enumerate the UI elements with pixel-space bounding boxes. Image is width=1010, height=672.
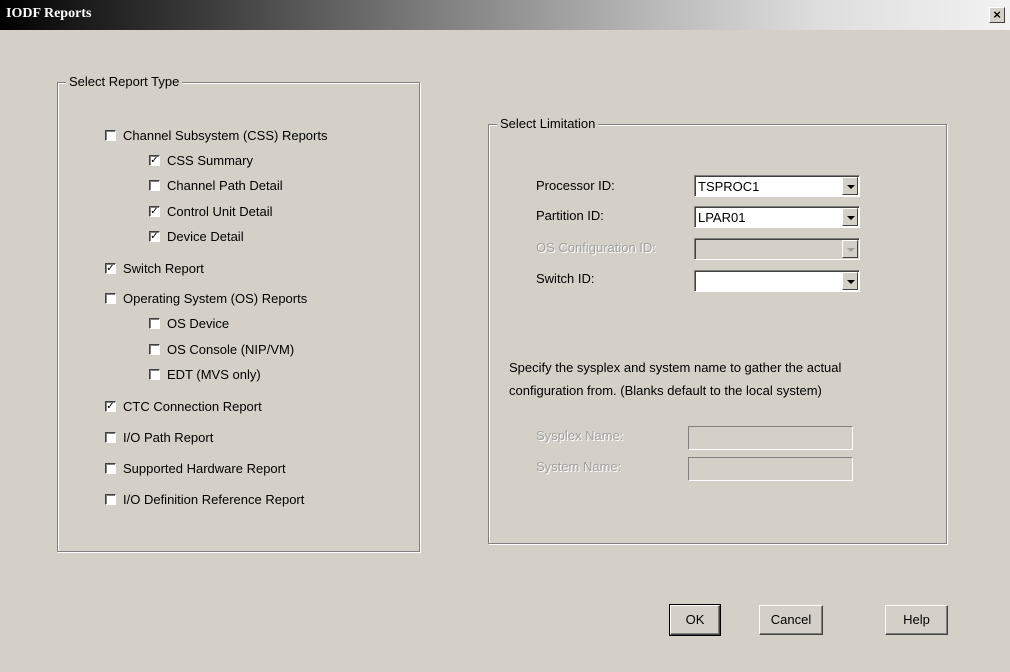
chevron-down-icon — [847, 216, 855, 220]
checkbox-label: Switch Report — [123, 261, 204, 276]
limitation-group-label: Select Limitation — [497, 116, 599, 131]
checkbox-ctc-connection-report[interactable]: ✓ CTC Connection Report — [105, 399, 262, 414]
chevron-down-icon — [847, 185, 855, 189]
checkbox-checked-icon[interactable]: ✓ — [105, 263, 116, 274]
checkbox-os-device[interactable]: OS Device — [149, 316, 229, 331]
checkbox-unchecked-icon[interactable] — [149, 369, 160, 380]
switch-id-select[interactable] — [694, 270, 860, 292]
checkbox-checked-icon[interactable]: ✓ — [149, 206, 160, 217]
checkbox-unchecked-icon[interactable] — [105, 432, 116, 443]
close-icon[interactable]: × — [989, 7, 1005, 23]
processor-id-label: Processor ID: — [536, 178, 615, 193]
sysplex-note-line-2: configuration from. (Blanks default to t… — [509, 383, 822, 398]
checkbox-label: CTC Connection Report — [123, 399, 262, 414]
sysplex-note-line-1: Specify the sysplex and system name to g… — [509, 360, 842, 375]
checkbox-label: OS Device — [167, 316, 230, 331]
checkbox-unchecked-icon[interactable] — [105, 293, 116, 304]
checkbox-io-path-report[interactable]: I/O Path Report — [105, 430, 213, 445]
checkbox-label: Channel Path Detail — [167, 178, 283, 193]
title-bar: IODF Reports × — [0, 0, 1010, 30]
chevron-down-icon — [847, 248, 855, 252]
os-config-id-select — [694, 238, 860, 260]
checkbox-os-reports[interactable]: Operating System (OS) Reports — [105, 291, 307, 306]
checkbox-label: OS Console (NIP/VM) — [167, 342, 295, 357]
partition-id-select[interactable]: LPAR01 — [694, 206, 860, 228]
checkbox-checked-icon[interactable]: ✓ — [149, 231, 160, 242]
checkbox-unchecked-icon[interactable] — [105, 494, 116, 505]
checkbox-label: I/O Definition Reference Report — [123, 492, 305, 507]
os-config-id-dropdown-button — [842, 240, 858, 258]
help-button[interactable]: Help — [885, 605, 948, 635]
checkbox-css-summary[interactable]: ✓ CSS Summary — [149, 153, 253, 168]
checkbox-label: I/O Path Report — [123, 430, 214, 445]
cancel-button[interactable]: Cancel — [759, 605, 823, 635]
checkbox-label: Control Unit Detail — [167, 204, 273, 219]
checkbox-os-console[interactable]: OS Console (NIP/VM) — [149, 342, 294, 357]
checkbox-label: EDT (MVS only) — [167, 367, 261, 382]
checkbox-unchecked-icon[interactable] — [149, 318, 160, 329]
checkbox-unchecked-icon[interactable] — [149, 180, 160, 191]
checkbox-checked-icon[interactable]: ✓ — [149, 155, 160, 166]
system-name-field — [688, 457, 853, 481]
processor-id-value: TSPROC1 — [698, 179, 760, 194]
partition-id-dropdown-button[interactable] — [842, 208, 858, 226]
checkbox-io-definition-reference-report[interactable]: I/O Definition Reference Report — [105, 492, 304, 507]
chevron-down-icon — [847, 280, 855, 284]
checkbox-label: Operating System (OS) Reports — [123, 291, 308, 306]
system-name-label: System Name: — [536, 459, 622, 474]
checkbox-device-detail[interactable]: ✓ Device Detail — [149, 229, 244, 244]
checkbox-switch-report[interactable]: ✓ Switch Report — [105, 261, 204, 276]
checkbox-unchecked-icon[interactable] — [149, 344, 160, 355]
window-title: IODF Reports — [6, 6, 92, 21]
switch-id-dropdown-button[interactable] — [842, 272, 858, 290]
partition-id-label: Partition ID: — [536, 208, 604, 223]
checkbox-checked-icon[interactable]: ✓ — [105, 401, 116, 412]
ok-button[interactable]: OK — [669, 604, 721, 636]
switch-id-label: Switch ID: — [536, 271, 595, 286]
processor-id-select[interactable]: TSPROC1 — [694, 175, 860, 197]
sysplex-name-field — [688, 426, 853, 450]
checkbox-unchecked-icon[interactable] — [105, 130, 116, 141]
os-config-id-label: OS Configuration ID: — [536, 240, 656, 255]
checkbox-supported-hardware-report[interactable]: Supported Hardware Report — [105, 461, 286, 476]
sysplex-name-label: Sysplex Name: — [536, 428, 624, 443]
checkbox-unchecked-icon[interactable] — [105, 463, 116, 474]
checkbox-channel-path-detail[interactable]: Channel Path Detail — [149, 178, 283, 193]
checkbox-label: Channel Subsystem (CSS) Reports — [123, 128, 328, 143]
processor-id-dropdown-button[interactable] — [842, 177, 858, 195]
checkbox-label: Device Detail — [167, 229, 244, 244]
checkbox-control-unit-detail[interactable]: ✓ Control Unit Detail — [149, 204, 273, 219]
checkbox-label: CSS Summary — [167, 153, 253, 168]
checkbox-edt-mvs-only[interactable]: EDT (MVS only) — [149, 367, 261, 382]
checkbox-label: Supported Hardware Report — [123, 461, 286, 476]
partition-id-value: LPAR01 — [698, 210, 746, 225]
report-type-group-label: Select Report Type — [66, 74, 183, 89]
checkbox-css-reports[interactable]: Channel Subsystem (CSS) Reports — [105, 128, 327, 143]
